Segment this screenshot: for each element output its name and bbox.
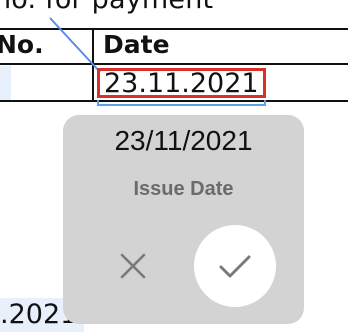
table-header-bottom-border: [0, 63, 348, 65]
close-icon: [120, 253, 146, 279]
issue-date-field[interactable]: 23.11.2021: [97, 68, 266, 98]
column-header-no: No.: [0, 30, 44, 59]
check-icon: [219, 255, 251, 278]
document-header-text: no. for payment: [0, 0, 213, 15]
confirm-button[interactable]: [194, 225, 276, 307]
popup-date-value[interactable]: 23/11/2021: [63, 125, 304, 157]
cancel-button[interactable]: [107, 240, 159, 292]
table-top-border: [0, 28, 348, 30]
number-cell-highlight: [0, 66, 11, 100]
column-header-date: Date: [103, 30, 170, 59]
date-edit-popup: 23/11/2021 Issue Date: [63, 115, 304, 324]
issue-date-field-underline: [97, 100, 266, 106]
table-column-divider: [92, 28, 94, 102]
popup-field-label: Issue Date: [133, 178, 234, 200]
